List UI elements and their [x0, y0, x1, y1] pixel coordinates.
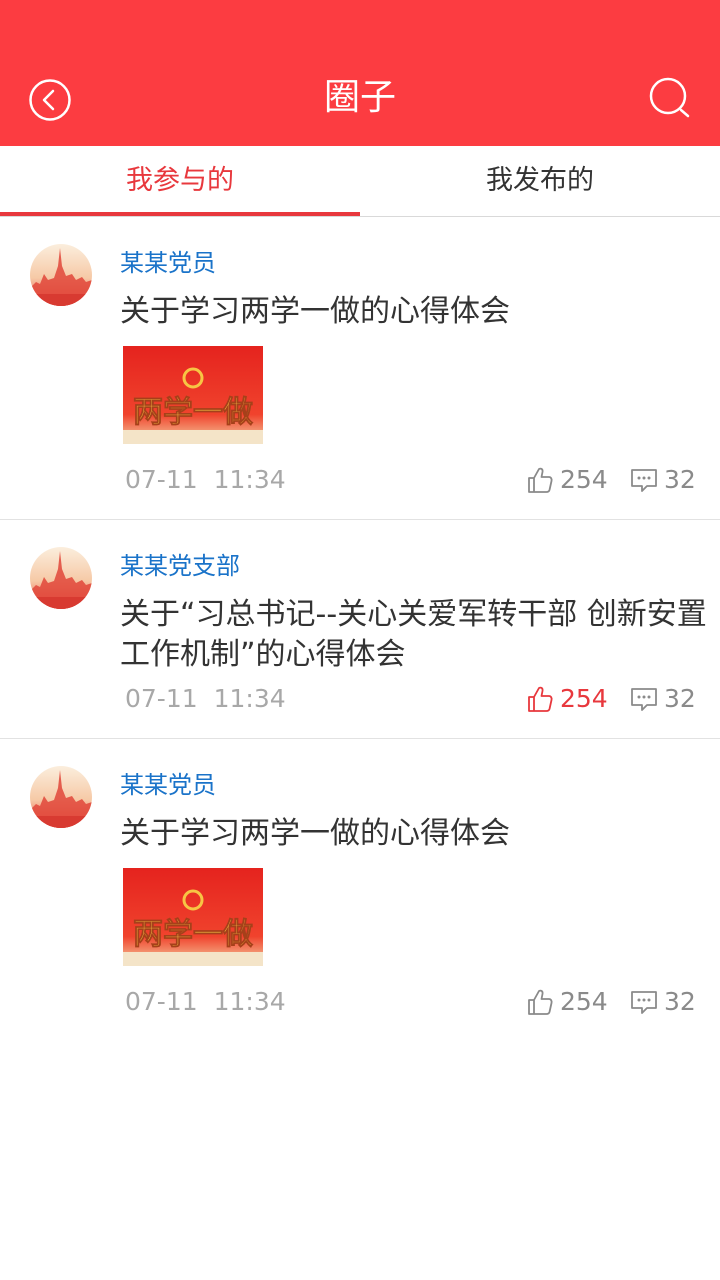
like-count: 254	[560, 684, 608, 713]
thumb-text: 两学一做	[133, 395, 253, 430]
like-button[interactable]: 254	[526, 463, 608, 497]
post-image[interactable]: 两学一做	[123, 346, 263, 444]
tab-bar: 我参与的 我发布的	[0, 146, 720, 217]
like-count: 254	[560, 987, 608, 1016]
thumbs-up-icon	[528, 989, 553, 1015]
like-count: 254	[560, 465, 608, 494]
tab-published[interactable]: 我发布的	[360, 146, 720, 216]
app-header: 圈子	[0, 0, 720, 146]
post-time: 07-11 11:34	[125, 684, 286, 713]
active-tab-indicator	[0, 212, 360, 216]
page-title: 圈子	[323, 77, 396, 118]
comment-count: 32	[664, 465, 696, 494]
post-time: 07-11 11:34	[125, 465, 286, 494]
post-author[interactable]: 某某党员	[120, 769, 216, 801]
thumbs-up-icon	[528, 686, 553, 712]
avatar[interactable]	[30, 547, 92, 609]
post-item[interactable]: 某某党员 关于学习两学一做的心得体会 两学一做 07-11 11:34 254	[0, 217, 720, 520]
post-image[interactable]: 两学一做	[123, 868, 263, 966]
comment-button[interactable]: 32	[630, 463, 696, 497]
tab-participated[interactable]: 我参与的	[0, 146, 360, 216]
comment-icon	[631, 469, 657, 492]
comment-button[interactable]: 32	[630, 682, 696, 716]
post-title[interactable]: 关于学习两学一做的心得体会	[120, 814, 710, 854]
thumbs-up-icon	[528, 467, 553, 493]
post-title[interactable]: 关于学习两学一做的心得体会	[120, 292, 710, 332]
post-title[interactable]: 关于“习总书记--关心关爱军转干部 创新安置工作机制”的心得体会	[120, 595, 710, 675]
post-author[interactable]: 某某党支部	[120, 550, 240, 582]
comment-icon	[631, 688, 657, 711]
like-button[interactable]: 254	[526, 682, 608, 716]
post-time: 07-11 11:34	[125, 987, 286, 1016]
comment-count: 32	[664, 684, 696, 713]
comment-button[interactable]: 32	[630, 985, 696, 1019]
comment-count: 32	[664, 987, 696, 1016]
post-item[interactable]: 某某党支部 关于“习总书记--关心关爱军转干部 创新安置工作机制”的心得体会 0…	[0, 520, 720, 739]
search-button[interactable]	[646, 74, 694, 122]
thumb-text: 两学一做	[133, 917, 253, 952]
avatar[interactable]	[30, 766, 92, 828]
like-button[interactable]: 254	[526, 985, 608, 1019]
comment-icon	[631, 991, 657, 1014]
avatar[interactable]	[30, 244, 92, 306]
search-icon	[649, 77, 690, 118]
post-item[interactable]: 某某党员 关于学习两学一做的心得体会 两学一做 07-11 11:34 254	[0, 739, 720, 1039]
post-author[interactable]: 某某党员	[120, 247, 216, 279]
